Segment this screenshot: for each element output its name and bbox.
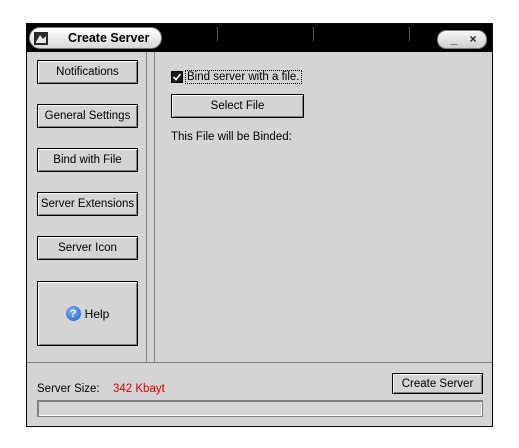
window-controls: _ × — [437, 30, 487, 49]
create-server-button[interactable]: Create Server — [392, 373, 483, 394]
title-separator — [313, 27, 314, 41]
server-size-label: Server Size: — [37, 383, 100, 395]
title-tab: Create Server — [29, 27, 162, 49]
bind-checkbox[interactable] — [171, 71, 183, 83]
window-title: Create Server — [68, 31, 150, 45]
help-icon: ? — [65, 306, 81, 321]
select-file-button[interactable]: Select File — [171, 94, 304, 118]
minimize-icon[interactable]: _ — [445, 31, 463, 48]
general-settings-button[interactable]: General Settings — [37, 104, 138, 128]
create-server-window: Create Server _ × Notifications General … — [26, 23, 493, 427]
check-icon — [172, 73, 182, 81]
bind-checkbox-label: Bind server with a file. — [185, 70, 302, 84]
server-icon-button[interactable]: Server Icon — [37, 236, 138, 260]
title-separator — [409, 27, 410, 41]
close-icon[interactable]: × — [464, 31, 482, 48]
bind-info-text: This File will be Binded: — [171, 131, 292, 143]
bind-with-file-button[interactable]: Bind with File — [37, 148, 138, 172]
server-extensions-button[interactable]: Server Extensions — [37, 192, 138, 216]
footer: Server Size: 342 Kbayt Create Server — [27, 363, 492, 427]
bind-checkbox-row[interactable]: Bind server with a file. — [171, 70, 302, 84]
notifications-button[interactable]: Notifications — [37, 60, 138, 84]
sidebar: Notifications General Settings Bind with… — [27, 52, 145, 362]
bind-file-panel: Bind server with a file. Select File Thi… — [155, 52, 492, 362]
title-separator — [217, 27, 218, 41]
app-icon — [34, 32, 48, 45]
title-bar[interactable]: Create Server _ × — [27, 24, 492, 52]
server-size-value: 342 Kbayt — [113, 383, 165, 395]
content-area: Notifications General Settings Bind with… — [27, 52, 492, 363]
help-button[interactable]: ? Help — [37, 281, 138, 346]
help-label: Help — [84, 306, 110, 321]
sidebar-divider — [146, 52, 155, 362]
progress-bar — [37, 400, 483, 417]
